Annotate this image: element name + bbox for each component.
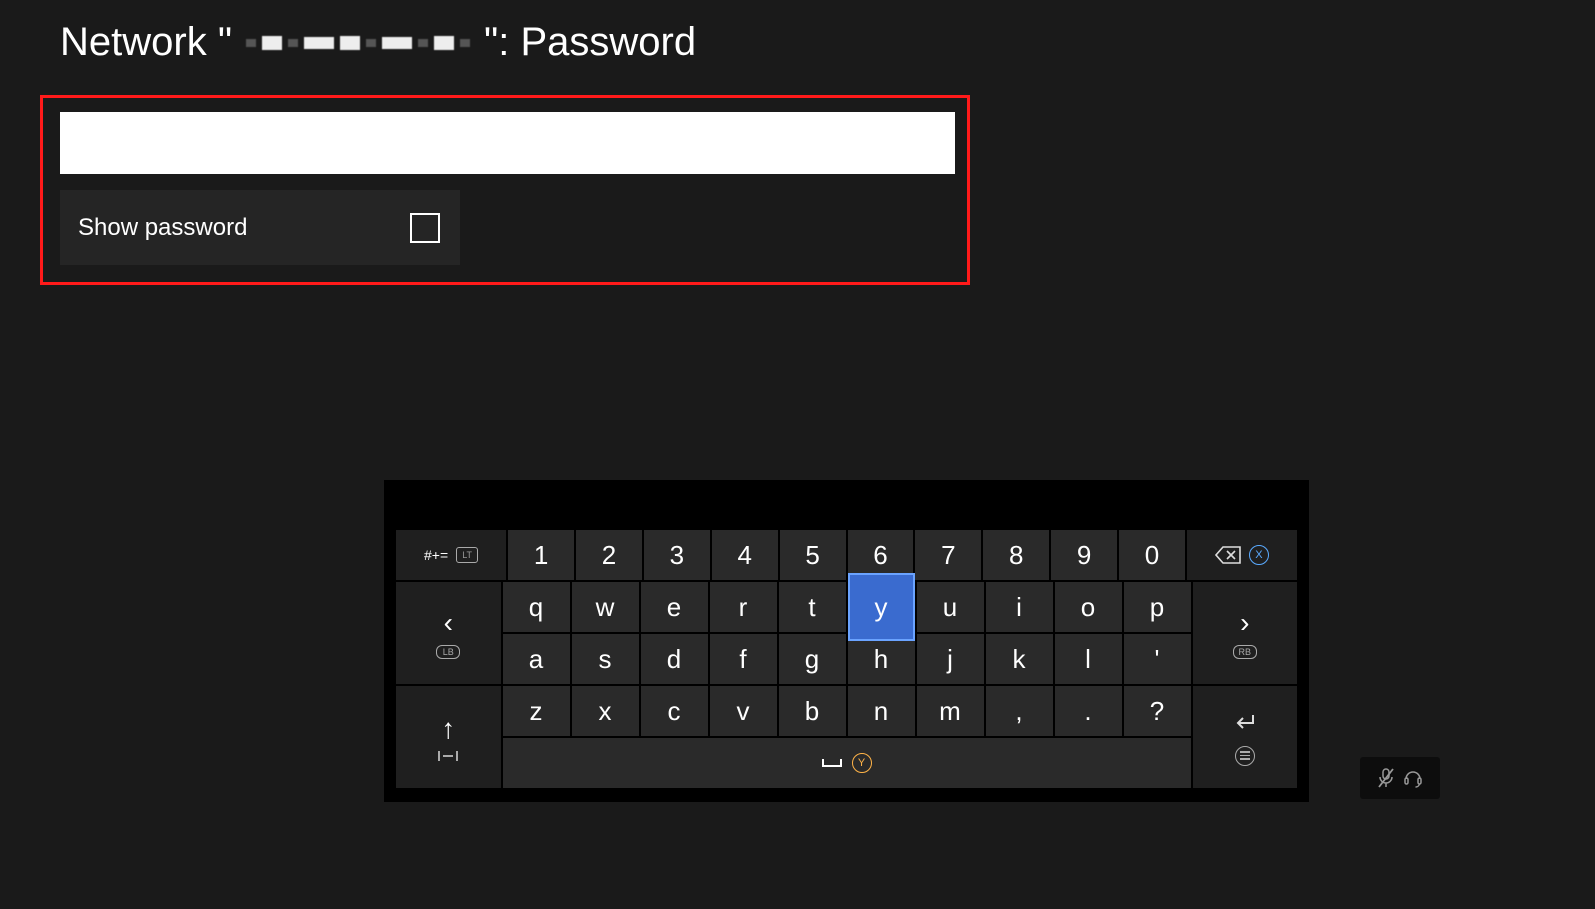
key-j[interactable]: j xyxy=(917,634,984,684)
key-g[interactable]: g xyxy=(779,634,846,684)
network-name-redacted xyxy=(246,36,470,50)
lt-hint-icon: LT xyxy=(456,547,478,563)
key-f[interactable]: f xyxy=(710,634,777,684)
key-v[interactable]: v xyxy=(710,686,777,736)
key-3[interactable]: 3 xyxy=(644,530,710,580)
key-h[interactable]: h xyxy=(848,634,915,684)
key-u[interactable]: u xyxy=(917,582,984,632)
key-1[interactable]: 1 xyxy=(508,530,574,580)
key-o[interactable]: o xyxy=(1055,582,1122,632)
key-2[interactable]: 2 xyxy=(576,530,642,580)
key-x[interactable]: x xyxy=(572,686,639,736)
key-a[interactable]: a xyxy=(503,634,570,684)
key-q[interactable]: q xyxy=(503,582,570,632)
show-password-row[interactable]: Show password xyxy=(60,190,460,265)
title-suffix: ": Password xyxy=(484,20,696,65)
caps-icon xyxy=(438,751,458,761)
key-comma[interactable]: , xyxy=(986,686,1053,736)
key-p[interactable]: p xyxy=(1124,582,1191,632)
title-prefix: Network " xyxy=(60,20,232,65)
key-y[interactable]: y xyxy=(848,573,915,641)
spacebar-icon xyxy=(822,759,842,767)
headset-icon xyxy=(1402,767,1424,789)
backspace-icon xyxy=(1215,546,1241,564)
key-s[interactable]: s xyxy=(572,634,639,684)
key-cursor-left[interactable]: ‹ LB xyxy=(396,582,501,684)
x-hint-icon: X xyxy=(1249,545,1269,565)
key-c[interactable]: c xyxy=(641,686,708,736)
key-7[interactable]: 7 xyxy=(915,530,981,580)
password-input[interactable] xyxy=(60,112,955,174)
key-i[interactable]: i xyxy=(986,582,1053,632)
symbols-label: #+= xyxy=(424,547,448,563)
key-cursor-right[interactable]: › RB xyxy=(1193,582,1298,684)
key-w[interactable]: w xyxy=(572,582,639,632)
key-question[interactable]: ? xyxy=(1124,686,1191,736)
chevron-right-icon: › xyxy=(1240,607,1249,639)
key-r[interactable]: r xyxy=(710,582,777,632)
key-8[interactable]: 8 xyxy=(983,530,1049,580)
lb-hint-icon: LB xyxy=(436,645,460,659)
key-symbols[interactable]: #+= LT xyxy=(396,530,506,580)
key-0[interactable]: 0 xyxy=(1119,530,1185,580)
key-9[interactable]: 9 xyxy=(1051,530,1117,580)
key-z[interactable]: z xyxy=(503,686,570,736)
key-enter[interactable] xyxy=(1193,686,1298,788)
chevron-left-icon: ‹ xyxy=(444,607,453,639)
key-k[interactable]: k xyxy=(986,634,1053,684)
key-apostrophe[interactable]: ' xyxy=(1124,634,1191,684)
key-d[interactable]: d xyxy=(641,634,708,684)
show-password-label: Show password xyxy=(78,214,247,242)
key-e[interactable]: e xyxy=(641,582,708,632)
rb-hint-icon: RB xyxy=(1233,645,1257,659)
show-password-checkbox[interactable] xyxy=(410,213,440,243)
shift-up-arrow-icon: ↑ xyxy=(441,713,455,745)
y-hint-icon: Y xyxy=(852,753,872,773)
key-5[interactable]: 5 xyxy=(780,530,846,580)
key-t[interactable]: t xyxy=(779,582,846,632)
mic-status-bubble[interactable] xyxy=(1360,757,1440,799)
key-b[interactable]: b xyxy=(779,686,846,736)
key-shift[interactable]: ↑ xyxy=(396,686,501,788)
key-period[interactable]: . xyxy=(1055,686,1122,736)
key-m[interactable]: m xyxy=(917,686,984,736)
menu-lines-icon xyxy=(1235,746,1255,766)
key-backspace[interactable]: X xyxy=(1187,530,1297,580)
key-spacebar[interactable]: Y xyxy=(503,738,1191,788)
mic-muted-icon xyxy=(1376,767,1396,789)
page-title: Network " ": Password xyxy=(60,20,696,65)
onscreen-keyboard: #+= LT 1 2 3 4 5 6 7 8 9 0 X ‹ LB q w e xyxy=(384,480,1309,802)
key-n[interactable]: n xyxy=(848,686,915,736)
enter-icon xyxy=(1233,709,1257,740)
key-l[interactable]: l xyxy=(1055,634,1122,684)
key-4[interactable]: 4 xyxy=(712,530,778,580)
